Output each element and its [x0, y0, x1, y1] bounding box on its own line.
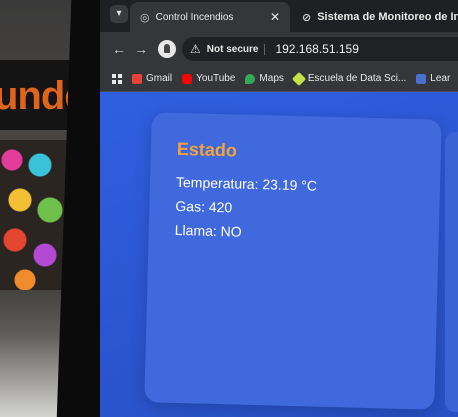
- bookmark-youtube[interactable]: YouTube: [182, 73, 235, 84]
- gas-reading: Gas: 420: [175, 197, 233, 216]
- tab-label: Control Incendios: [155, 11, 234, 23]
- shelf-toys: [0, 140, 70, 290]
- tab-sistema-monitoreo[interactable]: ⊘ Sistema de Monitoreo de Inc: [292, 2, 458, 32]
- security-indicator[interactable]: Not secure: [207, 43, 266, 55]
- tab-control-incendios[interactable]: ◎ Control Incendios ✕: [130, 2, 290, 32]
- temperature-reading: Temperatura: 23.19 °C: [175, 173, 318, 194]
- bookmark-gmail[interactable]: Gmail: [132, 73, 172, 84]
- extension-icon[interactable]: [158, 40, 176, 58]
- bookmark-escuela-data-science[interactable]: Escuela de Data Sci...: [291, 71, 407, 86]
- tab-search-button[interactable]: ▾: [110, 5, 128, 23]
- bookmarks-bar: Gmail YouTube Maps Escuela de Data Sci..…: [100, 66, 458, 92]
- page-content: Estado Temperatura: 23.19 °C Gas: 420 Ll…: [100, 92, 458, 417]
- url-text[interactable]: 192.168.51.159: [271, 42, 358, 56]
- maps-icon: [245, 73, 256, 84]
- second-card-edge: [445, 132, 458, 412]
- tab-label: Sistema de Monitoreo de Inc: [317, 11, 458, 23]
- flame-reading: Llama: NO: [174, 221, 242, 240]
- bookmark-maps[interactable]: Maps: [245, 73, 284, 84]
- bookmark-label: Escuela de Data Sci...: [307, 73, 407, 84]
- bookmark-icon: [416, 73, 427, 84]
- bookmark-label: Gmail: [146, 73, 173, 84]
- address-bar[interactable]: ⚠ Not secure 192.168.51.159: [182, 37, 458, 61]
- bookmark-label: YouTube: [196, 73, 236, 84]
- status-title: Estado: [176, 138, 238, 161]
- bookmark-icon: [291, 71, 306, 86]
- browser-window: ▾ ◎ Control Incendios ✕ ⊘ Sistema de Mon…: [100, 0, 458, 417]
- tab-strip: ▾ ◎ Control Incendios ✕ ⊘ Sistema de Mon…: [100, 0, 458, 32]
- bookmark-lear[interactable]: Lear: [416, 73, 450, 84]
- youtube-icon: [182, 73, 193, 84]
- apps-grid-icon[interactable]: [112, 73, 122, 84]
- status-card: Estado Temperatura: 23.19 °C Gas: 420 Ll…: [144, 112, 442, 410]
- forward-icon[interactable]: →: [130, 41, 152, 57]
- close-icon[interactable]: ✕: [270, 10, 280, 24]
- bookmark-label: Maps: [259, 73, 284, 84]
- warning-icon[interactable]: ⚠: [190, 42, 201, 56]
- gmail-icon: [132, 73, 142, 84]
- browser-toolbar: ← → ⚠ Not secure 192.168.51.159: [100, 32, 458, 66]
- globe-icon: ◎: [140, 11, 150, 24]
- back-icon[interactable]: ←: [108, 41, 130, 57]
- no-signal-icon: ⊘: [302, 11, 312, 24]
- bookmark-label: Lear: [430, 73, 451, 84]
